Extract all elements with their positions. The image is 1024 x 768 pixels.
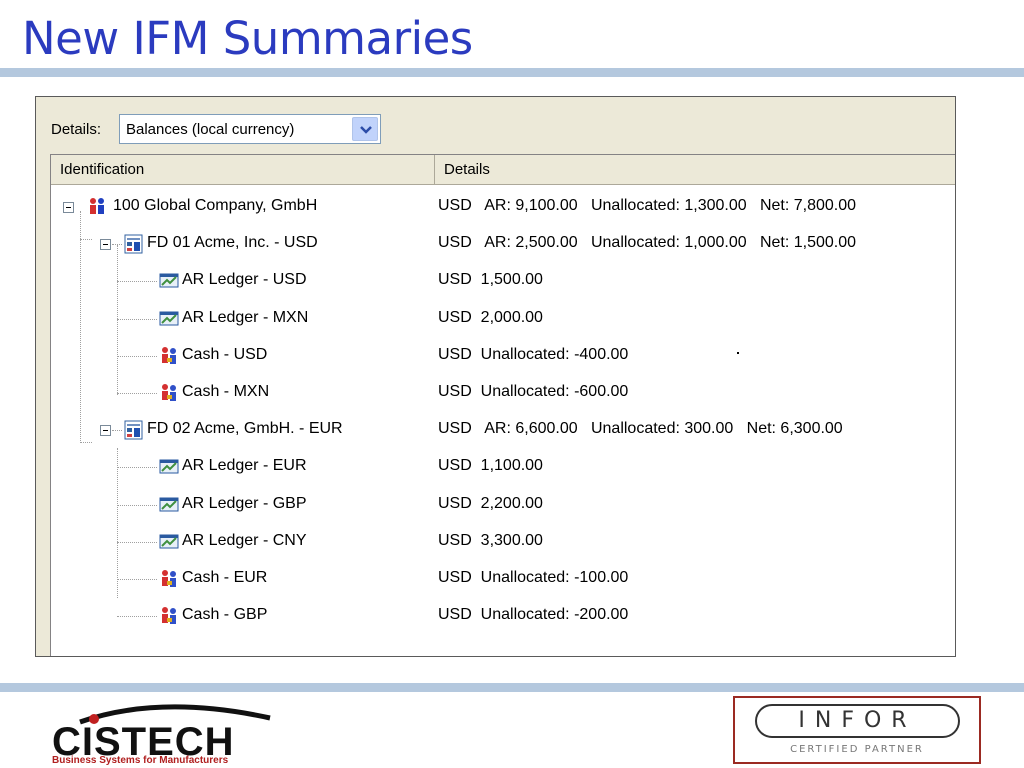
node-label: AR Ledger - MXN <box>182 308 309 326</box>
tree-row[interactable]: Cash - EUR USD Unallocated: -100.00 <box>51 561 955 597</box>
tree-connector <box>117 616 157 618</box>
node-label: Cash - MXN <box>182 383 270 400</box>
ledger-icon <box>159 309 179 329</box>
cash-icon <box>159 346 179 366</box>
tree-connector <box>117 467 157 469</box>
ledger-icon <box>159 532 179 552</box>
node-label: AR Ledger - GBP <box>182 494 307 512</box>
tree-row[interactable]: Cash - MXN USD Unallocated: -600.00 <box>51 375 955 411</box>
node-label: 100 Global Company, GmbH <box>113 197 318 214</box>
node-label: FD 02 Acme, GmbH. - EUR <box>147 420 343 438</box>
node-details: USD AR: 9,100.00 Unallocated: 1,300.00 N… <box>438 197 857 214</box>
slide-title: New IFM Summaries <box>22 12 473 65</box>
node-label: AR Ledger - EUR <box>182 457 307 475</box>
node-details: USD AR: 2,500.00 Unallocated: 1,000.00 N… <box>438 234 857 252</box>
tree-row[interactable]: AR Ledger - GBP USD 2,200.00 <box>51 487 955 523</box>
node-details: USD Unallocated: -600.00 <box>438 383 629 400</box>
tree-connector <box>117 318 157 320</box>
cistech-tagline: Business Systems for Manufacturers <box>52 755 229 766</box>
details-label: Details: <box>51 121 102 138</box>
node-label: AR Ledger - CNY <box>182 531 307 549</box>
collapse-toggle[interactable] <box>63 202 74 213</box>
tree-row[interactable]: AR Ledger - EUR USD 1,100.00 <box>51 449 955 485</box>
details-select[interactable]: Balances (local currency) <box>119 114 381 144</box>
tree-row[interactable]: AR Ledger - MXN USD 2,000.00 <box>51 301 955 337</box>
toolbar: Details: Balances (local currency) <box>36 97 955 153</box>
column-header-row: Identification Details <box>51 155 955 185</box>
tree-connector <box>112 430 122 432</box>
details-select-value: Balances (local currency) <box>126 121 295 138</box>
division-icon <box>124 420 144 440</box>
stray-dot <box>737 352 739 354</box>
node-label: AR Ledger - USD <box>182 271 307 289</box>
tree-row[interactable]: FD 01 Acme, Inc. - USD USD AR: 2,500.00 U… <box>51 226 955 262</box>
tree-connector <box>117 504 157 506</box>
cash-icon <box>159 569 179 589</box>
title-rule <box>0 68 1024 77</box>
summary-tree: 100 Global Company, GmbH USD AR: 9,100.00… <box>51 185 955 656</box>
node-details: USD 1,500.00 <box>438 271 543 289</box>
tree-row[interactable]: 100 Global Company, GmbH USD AR: 9,100.00… <box>51 189 955 225</box>
cash-icon <box>159 383 179 403</box>
footer-rule <box>0 683 1024 692</box>
ledger-icon <box>159 457 179 477</box>
cistech-logo: CISTECH Business Systems for Manufacture… <box>50 700 282 768</box>
tree-connector <box>117 281 157 283</box>
node-label: Cash - GBP <box>182 606 268 624</box>
division-icon <box>124 234 144 254</box>
node-details: USD AR: 6,600.00 Unallocated: 300.00 Net… <box>438 420 843 438</box>
collapse-toggle[interactable] <box>100 425 111 437</box>
infor-wordmark-frame: INFOR <box>755 704 960 738</box>
dropdown-button[interactable] <box>352 117 378 141</box>
node-details: USD 3,300.00 <box>438 531 543 549</box>
infor-wordmark: INFOR <box>798 708 917 733</box>
summary-window: Details: Balances (local currency) Ident… <box>35 96 956 657</box>
node-details: USD 2,000.00 <box>438 308 543 326</box>
tree-row[interactable]: Cash - GBP USD Unallocated: -200.00 <box>51 598 955 634</box>
collapse-toggle[interactable] <box>100 239 111 251</box>
node-label: Cash - EUR <box>182 569 268 586</box>
infor-logo: INFOR CERTIFIED PARTNER <box>733 696 981 764</box>
tree-connector <box>117 541 157 543</box>
tree-row[interactable]: AR Ledger - USD USD 1,500.00 <box>51 263 955 299</box>
node-details: USD Unallocated: -200.00 <box>438 606 629 624</box>
tree-connector <box>117 355 157 357</box>
chevron-down-icon <box>360 126 372 134</box>
tree-connector <box>117 393 157 394</box>
ledger-icon <box>159 495 179 515</box>
column-header-identification[interactable]: Identification <box>51 155 435 184</box>
tree-row[interactable]: FD 02 Acme, GmbH. - EUR USD AR: 6,600.00 … <box>51 412 955 448</box>
column-header-details[interactable]: Details <box>435 155 955 184</box>
node-details: USD Unallocated: -400.00 <box>438 345 629 363</box>
node-details: USD 2,200.00 <box>438 494 543 512</box>
tree-connector <box>117 579 157 580</box>
node-label: Cash - USD <box>182 345 268 363</box>
ledger-icon <box>159 271 179 291</box>
tree-connector <box>112 244 122 246</box>
node-details: USD Unallocated: -100.00 <box>438 569 629 586</box>
node-details: USD 1,100.00 <box>438 457 543 475</box>
tree-row[interactable]: Cash - USD USD Unallocated: -400.00 <box>51 338 955 374</box>
cash-icon <box>159 606 179 626</box>
certified-partner-text: CERTIFIED PARTNER <box>790 744 924 755</box>
summary-list-view[interactable]: Identification Details 100 Global Compan… <box>50 154 955 656</box>
tree-row[interactable]: AR Ledger - CNY USD 3,300.00 <box>51 524 955 560</box>
company-icon <box>87 197 107 217</box>
node-label: FD 01 Acme, Inc. - USD <box>147 234 318 252</box>
